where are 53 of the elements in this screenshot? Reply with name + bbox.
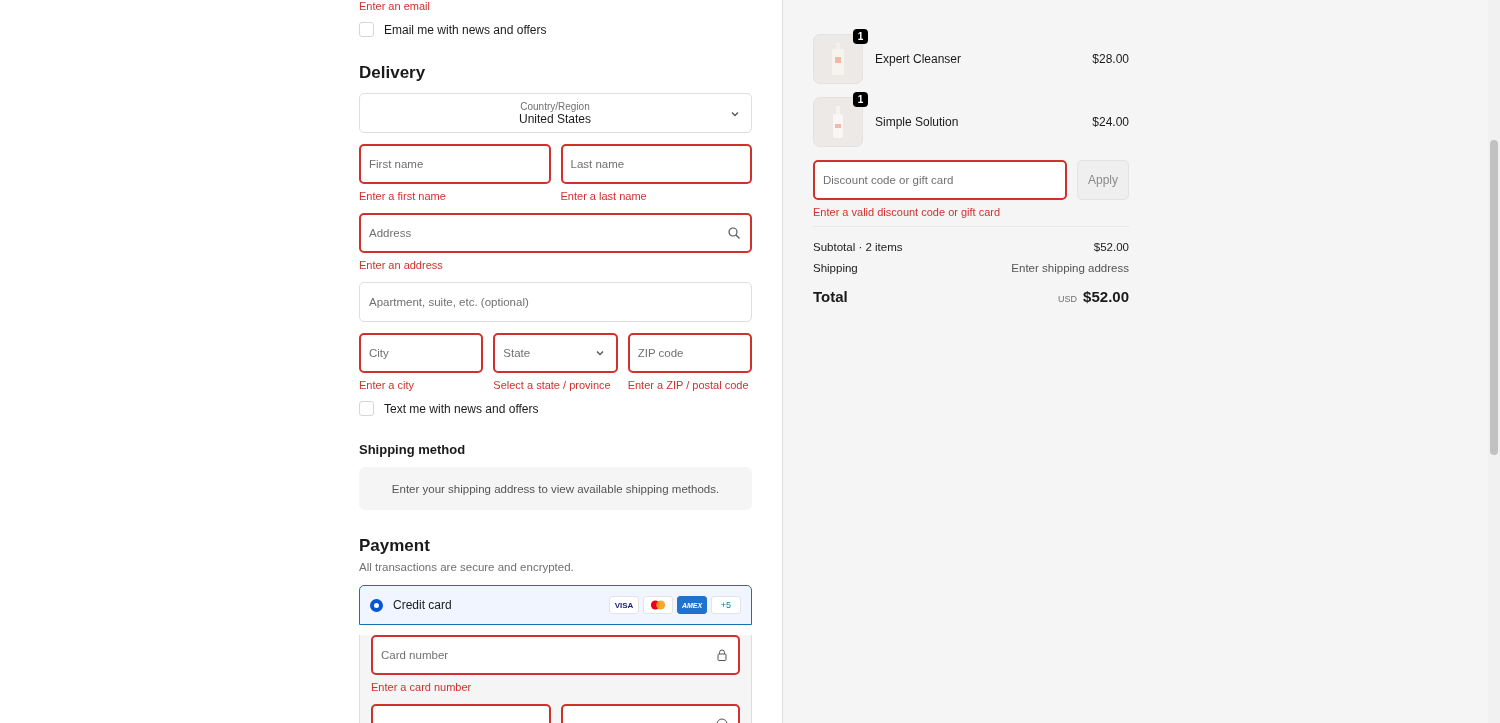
- scrollbar-thumb[interactable]: [1490, 140, 1498, 455]
- discount-input-field[interactable]: Discount code or gift card: [813, 160, 1067, 200]
- product-price: $24.00: [1092, 115, 1129, 129]
- total-label: Total: [813, 288, 848, 305]
- checkbox[interactable]: [359, 22, 374, 37]
- error-message: Enter a valid discount code or gift card: [813, 206, 1002, 218]
- product-bottle-icon: [831, 43, 845, 75]
- checkbox-label: Email me with news and offers: [384, 22, 547, 37]
- error-message: Select a state / province: [493, 379, 612, 391]
- input-field[interactable]: ZIP code: [627, 333, 752, 373]
- product-price: $28.00: [1092, 52, 1129, 66]
- scrollbar[interactable]: [1488, 0, 1500, 723]
- checkbox[interactable]: [359, 401, 374, 416]
- radio-button[interactable]: [370, 598, 383, 612]
- apply-button[interactable]: Apply: [1077, 160, 1129, 200]
- quantity-badge: 1: [853, 29, 868, 44]
- shipping-info-message: Enter your shipping address to view available shipping methods.: [359, 467, 752, 510]
- lock-icon: [716, 649, 728, 661]
- error-message: Enter a first name: [359, 190, 447, 202]
- security-note: All transactions are secure and encrypted.: [359, 561, 575, 573]
- subtotal-value: $52.00: [1093, 241, 1129, 253]
- error-message: Enter a city: [359, 379, 416, 391]
- payment-method-label: Credit card: [393, 598, 453, 612]
- input-field[interactable]: State: [493, 333, 618, 373]
- search-icon: [728, 227, 740, 239]
- input-field[interactable]: Card number: [371, 635, 740, 675]
- section-heading: Delivery: [359, 63, 427, 83]
- subtotal-label: Subtotal · 2 items: [813, 241, 903, 253]
- product-name: Simple Solution: [875, 115, 960, 129]
- error-message: Enter a ZIP / postal code: [627, 379, 750, 391]
- input-field[interactable]: Last name: [560, 144, 752, 184]
- input-field[interactable]: Address: [359, 213, 752, 253]
- product-name: Expert Cleanser: [875, 52, 963, 66]
- shipping-label: Shipping: [813, 262, 858, 274]
- input-field[interactable]: Apartment, suite, etc. (optional): [359, 282, 752, 322]
- shipping-value: Enter shipping address: [1011, 262, 1129, 274]
- visa-logo: VISA: [609, 596, 639, 614]
- country-select[interactable]: Country/Region United States: [359, 93, 752, 133]
- currency-code: USD: [1058, 294, 1078, 304]
- error-message: Enter a last name: [560, 190, 648, 202]
- error-message: Enter an email: [359, 0, 431, 12]
- input-field[interactable]: City: [359, 333, 484, 373]
- quantity-badge: 1: [853, 92, 868, 107]
- error-message: Enter an address: [359, 259, 444, 271]
- input-field[interactable]: First name: [359, 144, 551, 184]
- total-value: $52.00: [1083, 288, 1129, 305]
- error-message: Enter a card number: [371, 681, 473, 693]
- product-bottle-icon: [831, 106, 845, 138]
- more-brands-label: +5: [711, 596, 741, 614]
- section-heading: Payment: [359, 536, 431, 556]
- checkbox-label: Text me with news and offers: [384, 401, 539, 416]
- section-heading: Shipping method: [359, 442, 467, 457]
- mastercard-logo: [643, 596, 673, 614]
